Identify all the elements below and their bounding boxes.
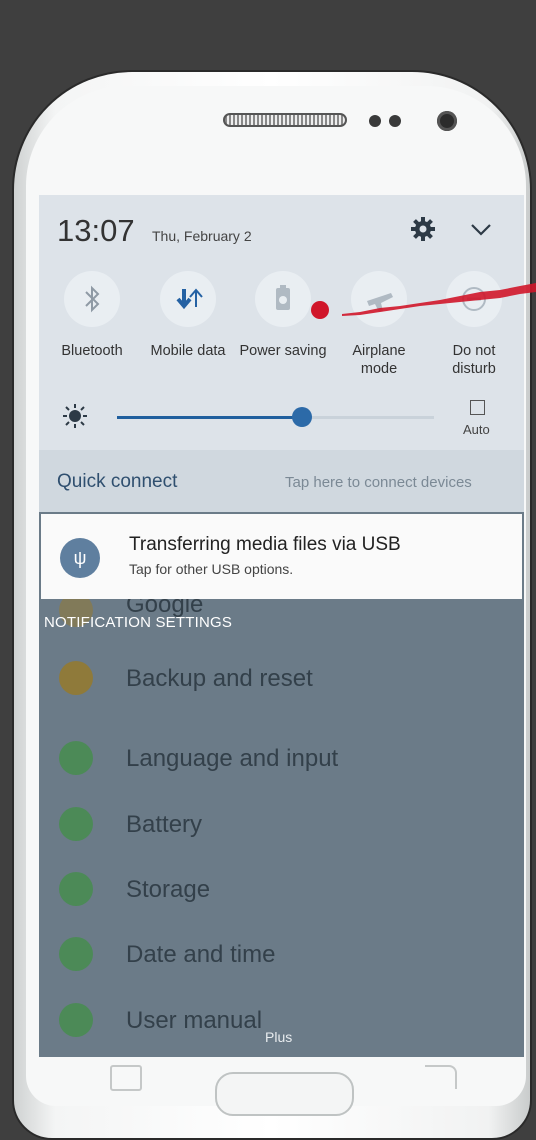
back-key[interactable]: [425, 1065, 457, 1089]
annotation-overlay: [311, 283, 536, 319]
hardware-key-row: [0, 1057, 536, 1116]
annotation-dot: [311, 301, 329, 319]
recent-apps-key[interactable]: [110, 1065, 142, 1091]
annotation-stroke: [342, 283, 536, 316]
home-key[interactable]: [215, 1072, 354, 1116]
